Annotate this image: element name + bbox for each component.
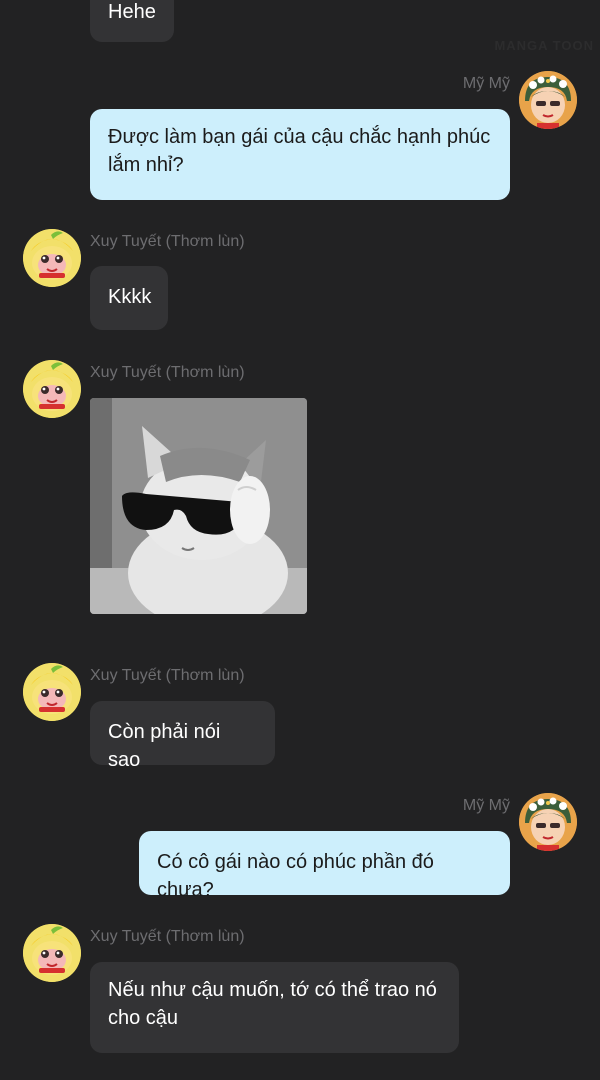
message-bubble-outgoing[interactable]: Có cô gái nào có phúc phần đó chưa? bbox=[139, 831, 510, 901]
contact-avatar[interactable] bbox=[23, 924, 81, 982]
cat-sunglasses-image bbox=[90, 398, 307, 614]
sender-name: Mỹ Mỹ bbox=[462, 75, 510, 92]
watermark: MANGA TOON bbox=[494, 38, 594, 53]
message-text: Nếu như cậu muốn, tớ có thể trao nó cho … bbox=[108, 979, 437, 1029]
girl-avatar-icon bbox=[519, 793, 577, 851]
message-text: Được làm bạn gái của cậu chắc hạnh phúc … bbox=[108, 126, 491, 176]
contact-avatar[interactable] bbox=[23, 663, 81, 721]
sender-name: Xuy Tuyết (Thơm lùn) bbox=[90, 364, 245, 381]
message-text: Còn phải nói sao bbox=[108, 721, 221, 771]
girl-avatar-icon bbox=[519, 71, 577, 129]
contact-avatar[interactable] bbox=[23, 360, 81, 418]
yellow-avatar-icon bbox=[23, 924, 81, 982]
message-bubble-outgoing[interactable]: Được làm bạn gái của cậu chắc hạnh phúc … bbox=[90, 109, 510, 200]
message-bubble-incoming[interactable]: Còn phải nói sao bbox=[90, 701, 275, 771]
message-text: Hehe bbox=[108, 1, 156, 23]
sender-name: Xuy Tuyết (Thơm lùn) bbox=[90, 233, 245, 250]
message-bubble-incoming[interactable]: Nếu như cậu muốn, tớ có thể trao nó cho … bbox=[90, 962, 459, 1053]
message-bubble-incoming[interactable]: Kkkk bbox=[90, 266, 168, 330]
yellow-avatar-icon bbox=[23, 229, 81, 287]
message-bubble-incoming[interactable]: Hehe bbox=[90, 0, 174, 42]
user-avatar[interactable] bbox=[519, 71, 577, 129]
yellow-avatar-icon bbox=[23, 663, 81, 721]
message-text: Có cô gái nào có phúc phần đó chưa? bbox=[157, 851, 434, 901]
yellow-avatar-icon bbox=[23, 360, 81, 418]
sender-name: Mỹ Mỹ bbox=[462, 797, 510, 814]
contact-avatar[interactable] bbox=[23, 229, 81, 287]
sender-name: Xuy Tuyết (Thơm lùn) bbox=[90, 928, 245, 945]
image-message-cat-sunglasses[interactable] bbox=[90, 398, 307, 614]
user-avatar[interactable] bbox=[519, 793, 577, 851]
message-text: Kkkk bbox=[108, 286, 152, 308]
sender-name: Xuy Tuyết (Thơm lùn) bbox=[90, 667, 245, 684]
